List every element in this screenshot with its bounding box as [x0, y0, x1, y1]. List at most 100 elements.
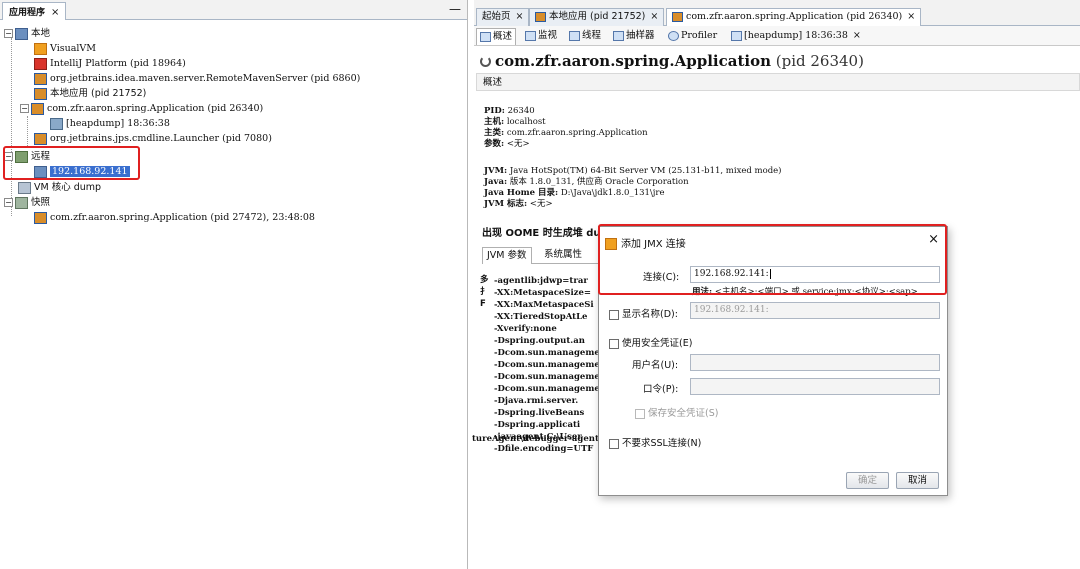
- jvm-arg-line: -Dcom.sun.manageme: [494, 348, 600, 358]
- tree-guide: [11, 38, 12, 216]
- collapse-icon[interactable]: −: [20, 104, 29, 113]
- close-icon[interactable]: ×: [907, 11, 915, 22]
- checkbox-icon: [635, 408, 645, 419]
- display-name-checkbox[interactable]: 显示名称(D):: [609, 306, 678, 320]
- password-label: 口令(P):: [643, 384, 679, 395]
- tab-label: 监视: [538, 30, 558, 41]
- jvm-arg-line: -Dcom.sun.manageme: [494, 384, 600, 394]
- tree-node-label: 快照: [31, 197, 51, 208]
- app-name: com.zfr.aaron.spring.Application: [495, 52, 771, 70]
- tree-node-visualvm[interactable]: VisualVM: [34, 41, 96, 56]
- tree-node-maven-server[interactable]: org.jetbrains.idea.maven.server.RemoteMa…: [34, 71, 360, 86]
- info-args: 参数: <无>: [484, 139, 530, 150]
- jvm-tabbar: JVM 参数 系统属性: [482, 245, 602, 264]
- password-input[interactable]: [690, 378, 940, 395]
- info-java-home: Java Home 目录: D:\Java\jdk1.8.0_131\jre: [484, 188, 665, 199]
- tree-node-label: com.zfr.aaron.spring.Application (pid 27…: [50, 212, 315, 223]
- profiler-icon: [668, 30, 679, 41]
- applications-tab[interactable]: 应用程序 ×: [2, 2, 67, 20]
- info-key: JVM 标志:: [484, 199, 528, 209]
- jvm-arg-line: -Djava.rmi.server.: [494, 396, 579, 406]
- info-value: localhost: [506, 117, 546, 127]
- info-value: <无>: [506, 139, 530, 149]
- close-icon[interactable]: ×: [51, 7, 59, 18]
- tab-local-app[interactable]: 本地应用 (pid 21752) ×: [529, 8, 665, 26]
- no-ssl-checkbox[interactable]: 不要求SSL连接(N): [609, 435, 701, 449]
- java-app-icon: [31, 102, 44, 115]
- info-value: <无>: [529, 199, 553, 209]
- jvm-arg-line: -Dfile.encoding=UTF: [494, 444, 594, 454]
- tree-node-snapshot-app[interactable]: com.zfr.aaron.spring.Application (pid 27…: [34, 210, 315, 225]
- use-security-checkbox[interactable]: 使用安全凭证(E): [609, 335, 692, 349]
- ok-button[interactable]: 确定: [846, 472, 889, 489]
- tree-node-local-app[interactable]: 本地应用 (pid 21752): [34, 86, 146, 101]
- tab-label: 抽样器: [626, 30, 655, 41]
- tab-monitor[interactable]: 监视: [522, 28, 560, 45]
- close-icon[interactable]: ×: [650, 11, 658, 22]
- jvm-arg-line: -XX:MetaspaceSize=: [494, 288, 592, 298]
- tab-sampler[interactable]: 抽样器: [610, 28, 658, 45]
- tab-overview[interactable]: 概述: [476, 28, 517, 45]
- jvm-arg-line: -Dspring.applicati: [494, 420, 581, 430]
- java-app-icon: [34, 72, 47, 85]
- info-jvm-flags: JVM 标志: <无>: [484, 199, 553, 210]
- tree-node-label: VisualVM: [50, 43, 97, 54]
- minimize-icon[interactable]: —: [449, 2, 461, 16]
- tab-jvm-args[interactable]: JVM 参数: [482, 247, 532, 264]
- display-name-input[interactable]: 192.168.92.141:: [690, 302, 940, 319]
- oome-heapdump-label: 出现 OOME 时生成堆 du: [482, 228, 601, 239]
- cancel-button[interactable]: 取消: [896, 472, 939, 489]
- tree-node-label: 本地应用 (pid 21752): [50, 88, 147, 99]
- tab-spring-app[interactable]: com.zfr.aaron.spring.Application (pid 26…: [666, 8, 922, 26]
- info-key: 参数:: [484, 139, 505, 149]
- jvm-arg-line: -Dcom.sun.manageme: [494, 360, 600, 370]
- info-java: Java: 版本 1.8.0_131, 供应商 Oracle Corporati…: [484, 177, 689, 188]
- heapdump-icon: [731, 30, 742, 41]
- jvm-arg-line: -Dspring.liveBeans: [494, 408, 585, 418]
- save-security-checkbox[interactable]: 保存安全凭证(S): [635, 405, 718, 419]
- snapshot-icon: [15, 196, 28, 209]
- info-value: 版本 1.8.0_131, 供应商 Oracle Corporation: [509, 177, 689, 187]
- tree-node-heapdump[interactable]: [heapdump] 18:36:38: [50, 116, 170, 131]
- collapse-icon[interactable]: −: [4, 29, 13, 38]
- app-pid: (pid 26340): [775, 52, 864, 70]
- tab-system-properties[interactable]: 系统属性: [540, 247, 586, 264]
- checkbox-icon: [609, 309, 619, 320]
- threads-icon: [569, 30, 580, 41]
- tree-node-label: org.jetbrains.jps.cmdline.Launcher (pid …: [50, 133, 272, 144]
- tab-start-page[interactable]: 起始页 ×: [476, 8, 530, 26]
- overview-icon: [480, 31, 491, 42]
- info-host: 主机: localhost: [484, 117, 546, 128]
- arg-fragment: 扌: [480, 287, 489, 297]
- tree-node-label: IntelliJ Platform (pid 18964): [50, 58, 186, 69]
- username-input[interactable]: [690, 354, 940, 371]
- tab-heapdump[interactable]: [heapdump] 18:36:38 ×: [728, 28, 864, 45]
- tree-node-snapshots[interactable]: − 快照: [4, 195, 50, 210]
- info-value: com.zfr.aaron.spring.Application: [506, 128, 648, 138]
- overview-section-label: 概述: [476, 73, 1080, 91]
- tree-node-core-dump[interactable]: VM 核心 dump: [18, 180, 101, 195]
- tree-node-local[interactable]: − 本地: [4, 26, 50, 41]
- username-label: 用户名(U):: [632, 360, 679, 371]
- tree-node-spring-app[interactable]: − com.zfr.aaron.spring.Application (pid 2…: [20, 101, 263, 116]
- close-icon[interactable]: ×: [516, 11, 524, 22]
- document-tabbar: 起始页 × 本地应用 (pid 21752) × com.zfr.aaron.spr…: [474, 0, 1080, 26]
- info-key: JVM:: [484, 166, 508, 176]
- tree-node-label: 本地: [31, 28, 51, 39]
- info-key: 主机:: [484, 117, 505, 127]
- info-main-class: 主类: com.zfr.aaron.spring.Application: [484, 128, 648, 139]
- highlight-box-connection: [598, 224, 947, 295]
- java-app-icon: [535, 11, 546, 22]
- java-app-icon: [34, 132, 47, 145]
- tree-node-jps-launcher[interactable]: org.jetbrains.jps.cmdline.Launcher (pid …: [34, 131, 272, 146]
- tab-threads[interactable]: 线程: [566, 28, 604, 45]
- tree-node-label: VM 核心 dump: [34, 182, 102, 193]
- applications-panel: 应用程序 × — − 本地 VisualVM IntelliJ Platform (…: [0, 0, 468, 569]
- checkbox-icon: [609, 338, 619, 349]
- tree-node-intellij[interactable]: IntelliJ Platform (pid 18964): [34, 56, 186, 71]
- info-value: 26340: [507, 106, 535, 116]
- collapse-icon[interactable]: −: [4, 198, 13, 207]
- close-icon[interactable]: ×: [853, 30, 861, 41]
- tab-profiler[interactable]: Profiler: [665, 28, 720, 45]
- tab-label: 概述: [493, 31, 513, 42]
